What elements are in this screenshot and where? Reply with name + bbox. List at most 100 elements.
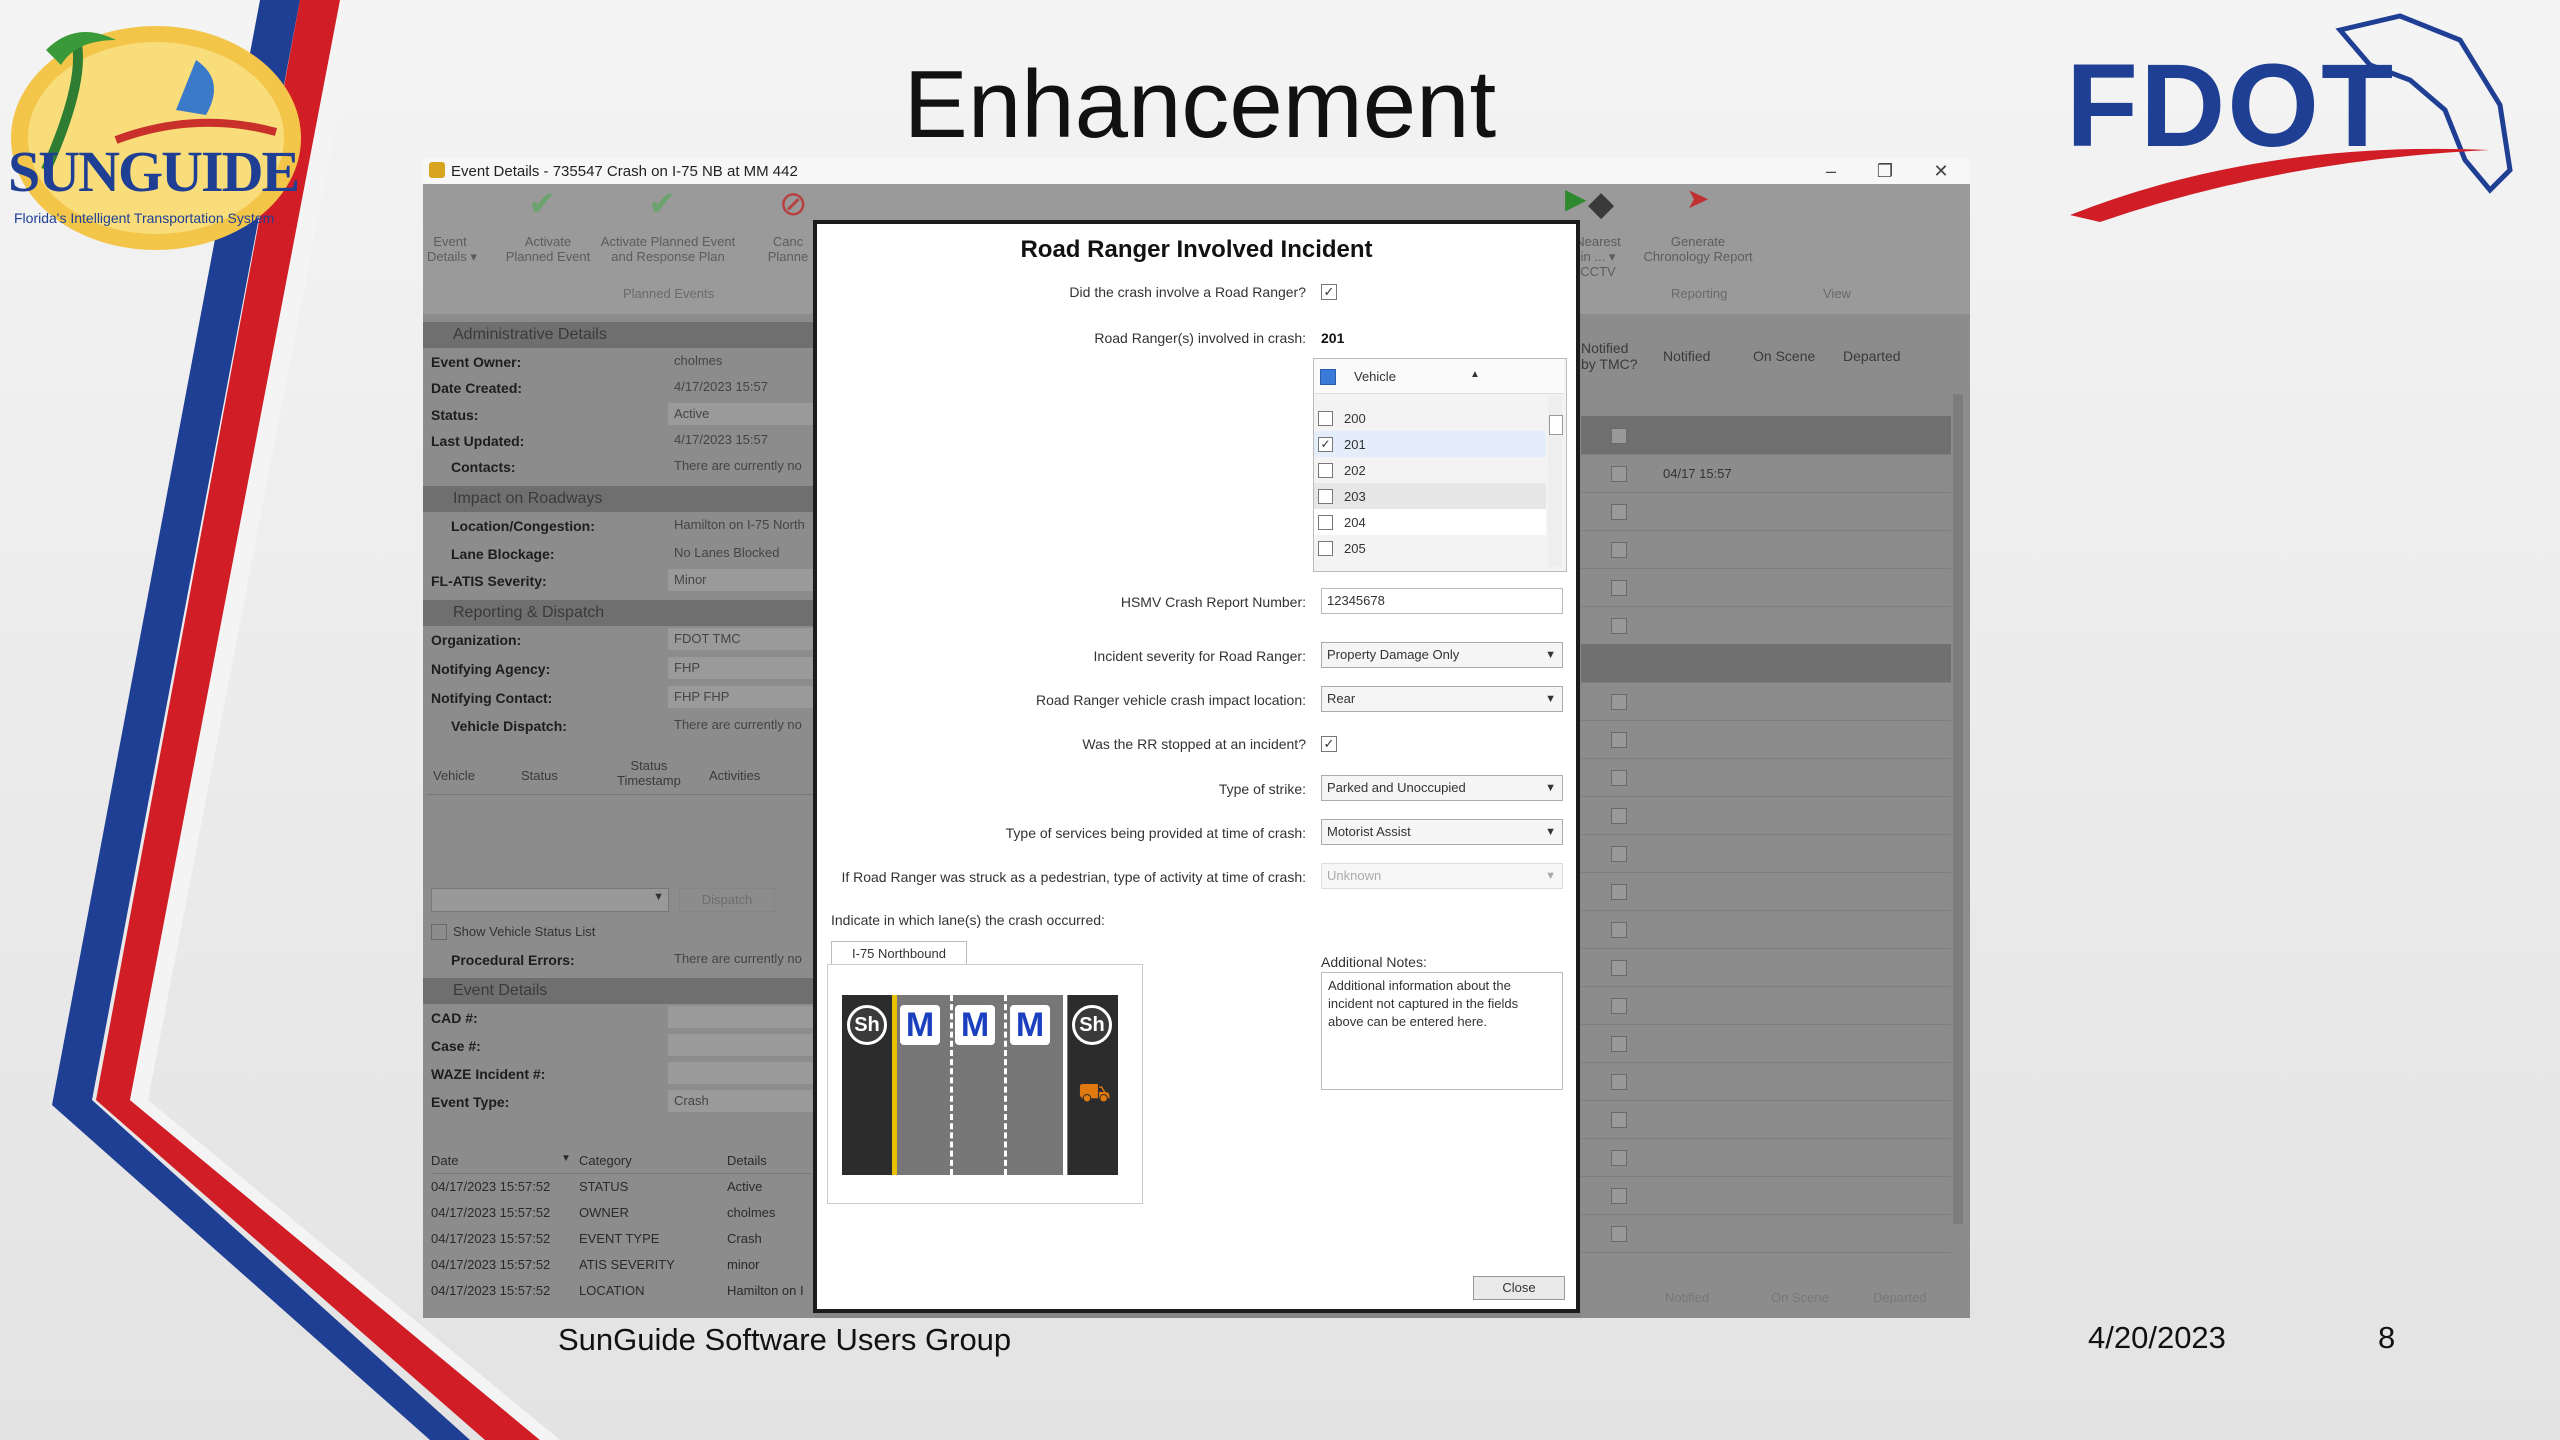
involved-road-ranger-checkbox[interactable]: ✓ bbox=[1321, 284, 1337, 300]
row-checkbox[interactable] bbox=[1611, 466, 1627, 482]
cad-input[interactable] bbox=[668, 1006, 815, 1028]
select-all-checkbox[interactable] bbox=[1320, 369, 1336, 385]
row-checkbox[interactable] bbox=[1611, 694, 1627, 710]
hsmv-input[interactable]: 12345678 bbox=[1321, 588, 1563, 614]
services-type-select[interactable]: Motorist Assist ▼ bbox=[1321, 819, 1563, 845]
impact-location-select[interactable]: Rear ▼ bbox=[1321, 686, 1563, 712]
row-checkbox[interactable] bbox=[1611, 732, 1627, 748]
lane-sign-2[interactable]: M bbox=[955, 1005, 995, 1045]
lane-blockage-label[interactable]: Lane Blockage: bbox=[431, 546, 554, 562]
close-button[interactable]: Close bbox=[1473, 1276, 1565, 1300]
grid-row[interactable] bbox=[1581, 606, 1951, 645]
shoulder-sign-left[interactable]: Sh bbox=[847, 1005, 887, 1045]
row-checkbox[interactable] bbox=[1611, 1226, 1627, 1242]
row-checkbox[interactable] bbox=[1611, 998, 1627, 1014]
rr-stopped-checkbox[interactable]: ✓ bbox=[1321, 736, 1337, 752]
vehicle-list-header[interactable]: Vehicle ▲ bbox=[1314, 359, 1564, 394]
location-congestion-label[interactable]: Location/Congestion: bbox=[431, 518, 595, 534]
event-details-button[interactable]: Event Details ▾ bbox=[427, 234, 477, 264]
strike-type-select[interactable]: Parked and Unoccupied ▼ bbox=[1321, 775, 1563, 801]
vehicle-row-202[interactable]: 202 bbox=[1314, 457, 1546, 483]
lane-sign-3[interactable]: M bbox=[1010, 1005, 1050, 1045]
notified-button[interactable]: Notified bbox=[1665, 1290, 1709, 1305]
case-input[interactable] bbox=[668, 1034, 815, 1056]
row-checkbox[interactable] bbox=[1611, 808, 1627, 824]
chronology-row[interactable]: 04/17/2023 15:57:52 ATIS SEVERITY minor bbox=[431, 1252, 811, 1277]
grid-row[interactable] bbox=[1581, 758, 1951, 797]
notifying-agency-select[interactable]: FHP bbox=[668, 657, 815, 679]
row-checkbox[interactable] bbox=[1611, 1188, 1627, 1204]
lane-tab-northbound[interactable]: I-75 Northbound bbox=[831, 941, 967, 966]
vehicle-list-scrollbar[interactable] bbox=[1548, 395, 1563, 567]
vehicle-row-204[interactable]: 204 bbox=[1314, 509, 1546, 535]
organization-select[interactable]: FDOT TMC bbox=[668, 628, 815, 650]
row-checkbox[interactable] bbox=[1611, 960, 1627, 976]
grid-row[interactable] bbox=[1581, 530, 1951, 569]
vehicle-row-203[interactable]: 203 bbox=[1314, 483, 1546, 509]
close-window-button[interactable]: ✕ bbox=[1915, 158, 1967, 184]
vehicle-checkbox[interactable] bbox=[1318, 489, 1333, 504]
vehicle-row-205[interactable]: 205 bbox=[1314, 535, 1546, 561]
vehicle-checkbox[interactable] bbox=[1318, 463, 1333, 478]
chronology-col-date[interactable]: Date bbox=[431, 1153, 458, 1168]
status-select[interactable]: Active bbox=[668, 403, 815, 425]
generate-chronology-report-button[interactable]: Generate Chronology Report bbox=[1633, 234, 1763, 264]
grid-row[interactable] bbox=[1581, 948, 1951, 987]
chronology-row[interactable]: 04/17/2023 15:57:52 LOCATION Hamilton on… bbox=[431, 1278, 811, 1303]
row-checkbox[interactable] bbox=[1611, 1036, 1627, 1052]
grid-row[interactable] bbox=[1581, 1100, 1951, 1139]
vehicle-checkbox[interactable]: ✓ bbox=[1318, 437, 1333, 452]
activate-response-plan-button[interactable]: Activate Planned Event and Response Plan bbox=[593, 234, 743, 264]
grid-row[interactable] bbox=[1581, 682, 1951, 721]
restore-button[interactable]: ❐ bbox=[1859, 158, 1911, 184]
vehicle-row-201[interactable]: ✓ 201 bbox=[1314, 431, 1546, 457]
pedestrian-activity-select[interactable]: Unknown ▼ bbox=[1321, 863, 1563, 889]
row-checkbox[interactable] bbox=[1611, 618, 1627, 634]
severity-select[interactable]: Property Damage Only ▼ bbox=[1321, 642, 1563, 668]
row-checkbox[interactable] bbox=[1611, 884, 1627, 900]
fl-atis-severity-select[interactable]: Minor bbox=[668, 569, 815, 591]
chronology-col-category[interactable]: Category bbox=[579, 1153, 632, 1168]
row-checkbox[interactable] bbox=[1611, 542, 1627, 558]
grid-row[interactable] bbox=[1581, 872, 1951, 911]
row-checkbox[interactable] bbox=[1611, 428, 1627, 444]
activate-planned-event-button[interactable]: Activate Planned Event bbox=[493, 234, 603, 264]
contacts-label[interactable]: Contacts: bbox=[431, 459, 516, 475]
grid-row[interactable] bbox=[1581, 416, 1951, 455]
row-checkbox[interactable] bbox=[1611, 846, 1627, 862]
row-checkbox[interactable] bbox=[1611, 770, 1627, 786]
departed-button[interactable]: Departed bbox=[1873, 1290, 1926, 1305]
grid-row[interactable]: 04/17 15:57 bbox=[1581, 454, 1951, 493]
vehicle-checkbox[interactable] bbox=[1318, 515, 1333, 530]
procedural-errors-label[interactable]: Procedural Errors: bbox=[431, 952, 575, 968]
section-event-details[interactable]: Event Details bbox=[423, 978, 815, 1004]
grid-row[interactable] bbox=[1581, 1138, 1951, 1177]
grid-row[interactable] bbox=[1581, 910, 1951, 949]
show-status-list-checkbox[interactable] bbox=[431, 924, 447, 940]
scroll-thumb[interactable] bbox=[1549, 415, 1563, 435]
chronology-row[interactable]: 04/17/2023 15:57:52 OWNER cholmes bbox=[431, 1200, 811, 1225]
chronology-row[interactable]: 04/17/2023 15:57:52 EVENT TYPE Crash bbox=[431, 1226, 811, 1251]
grid-row[interactable] bbox=[1581, 796, 1951, 835]
row-checkbox[interactable] bbox=[1611, 504, 1627, 520]
vertical-scrollbar[interactable] bbox=[1953, 394, 1963, 1224]
chronology-row[interactable]: 04/17/2023 15:57:52 STATUS Active bbox=[431, 1174, 811, 1199]
grid-row[interactable] bbox=[1581, 834, 1951, 873]
section-reporting-dispatch[interactable]: Reporting & Dispatch bbox=[423, 600, 815, 626]
on-scene-button[interactable]: On Scene bbox=[1771, 1290, 1829, 1305]
lane-sign-1[interactable]: M bbox=[900, 1005, 940, 1045]
row-checkbox[interactable] bbox=[1611, 1112, 1627, 1128]
grid-row[interactable] bbox=[1581, 1176, 1951, 1215]
grid-row[interactable] bbox=[1581, 644, 1951, 683]
row-checkbox[interactable] bbox=[1611, 1150, 1627, 1166]
nearest-cctv-button[interactable]: Nearest in ... ▾ CCTV bbox=[1573, 234, 1623, 279]
chronology-col-details[interactable]: Details bbox=[727, 1153, 767, 1168]
vehicle-checkbox[interactable] bbox=[1318, 411, 1333, 426]
row-checkbox[interactable] bbox=[1611, 1074, 1627, 1090]
dispatch-vehicle-select[interactable]: ▼ bbox=[431, 888, 669, 912]
grid-row[interactable] bbox=[1581, 492, 1951, 531]
grid-row[interactable] bbox=[1581, 1024, 1951, 1063]
grid-row[interactable] bbox=[1581, 986, 1951, 1025]
event-type-select[interactable]: Crash bbox=[668, 1090, 815, 1112]
section-impact-on-roadways[interactable]: Impact on Roadways bbox=[423, 486, 815, 512]
